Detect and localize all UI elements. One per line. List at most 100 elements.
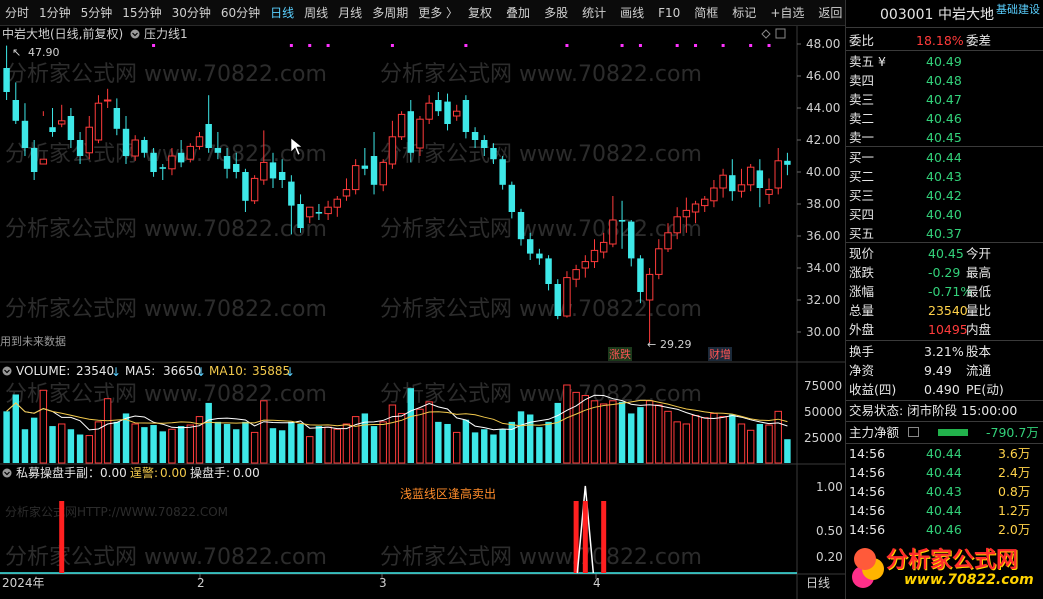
- volume-value: 23540: [76, 364, 114, 378]
- buy-level-price: 40.40: [926, 207, 962, 222]
- buy-level-row[interactable]: 买二 40.43: [846, 167, 1043, 186]
- period-tab-weekly[interactable]: 周线: [299, 0, 333, 26]
- period-tab-60min[interactable]: 60分钟: [216, 0, 265, 26]
- sell-level-row[interactable]: 卖二 40.46: [846, 109, 1043, 128]
- tool-stats-button[interactable]: 统计: [577, 0, 611, 26]
- candle-body: [361, 165, 369, 169]
- volume-bar: [150, 425, 157, 463]
- maximize-icon[interactable]: [775, 28, 786, 39]
- price-tick-label: 46.00: [806, 69, 840, 83]
- trader-label: 操盘手:: [190, 465, 230, 480]
- flow-detail-icon[interactable]: [908, 427, 919, 437]
- candle-body: [774, 160, 782, 189]
- candle-body: [250, 177, 259, 202]
- stat-label: 总量: [849, 303, 875, 318]
- candle: [508, 181, 516, 219]
- tool-draw-button[interactable]: 画线: [615, 0, 649, 26]
- stock-code: 003001: [880, 7, 934, 23]
- volume-bar: [682, 423, 691, 464]
- tick-volume: 2.4万: [998, 465, 1031, 480]
- volume-tick: 75000: [804, 379, 842, 393]
- stat-row: 总量 23540 量比: [846, 301, 1043, 320]
- tool-simple-frame-button[interactable]: 简框: [689, 0, 723, 26]
- candle-body: [150, 152, 157, 172]
- period-tab-15min[interactable]: 15分钟: [117, 0, 166, 26]
- sell-level-row[interactable]: 卖五 ¥ 40.49: [846, 52, 1043, 71]
- watermark-text: 分析家公式网 www.70822.com: [5, 62, 327, 87]
- tick-volume: 3.6万: [998, 446, 1031, 461]
- tool-mark-button[interactable]: 标记: [727, 0, 761, 26]
- volume-bar: [517, 411, 525, 463]
- candle: [628, 220, 635, 267]
- period-tab-multi[interactable]: 多周期: [367, 0, 413, 26]
- candle: [710, 180, 718, 208]
- tick-row: 14:56 40.44 1.2万: [846, 501, 1043, 520]
- buy-level-row[interactable]: 买五 40.37: [846, 224, 1043, 243]
- period-tab-daily[interactable]: 日线: [265, 0, 299, 26]
- indicator-spike: [582, 501, 588, 573]
- tool-overlay-button[interactable]: 叠加: [501, 0, 535, 26]
- candle: [205, 95, 212, 153]
- sell-level-row[interactable]: 卖三 40.47: [846, 90, 1043, 109]
- period-tab-monthly[interactable]: 月线: [333, 0, 367, 26]
- indicator-toggle-icon[interactable]: [130, 29, 140, 39]
- buy-level-label: 买三: [849, 188, 875, 203]
- diamond-icon[interactable]: [761, 29, 771, 39]
- period-tab-fenshi[interactable]: 分时: [0, 0, 34, 26]
- sell-level-label: 卖五 ¥: [849, 54, 886, 69]
- event-badge-zhangdie[interactable]: 涨跌: [609, 347, 631, 361]
- stat-label: 涨幅: [849, 284, 875, 299]
- kline-chart[interactable]: 分析家公式网 www.70822.com 分析家公式网 www.70822.co…: [0, 26, 845, 599]
- candle: [250, 175, 259, 204]
- candle-body: [288, 181, 295, 206]
- buy-level-row[interactable]: 买四 40.40: [846, 205, 1043, 224]
- candle: [499, 156, 506, 190]
- candle-body: [333, 198, 342, 208]
- event-badge-caizeng[interactable]: 财增: [709, 347, 731, 361]
- tool-multistock-button[interactable]: 多股: [539, 0, 573, 26]
- period-tab-1min[interactable]: 1分钟: [34, 0, 76, 26]
- fundamental-label-2: 股本: [966, 344, 992, 359]
- volume-bar: [388, 404, 397, 464]
- sell-level-row[interactable]: 卖四 40.48: [846, 71, 1043, 90]
- period-tab-30min[interactable]: 30分钟: [167, 0, 216, 26]
- signal-dot: [390, 44, 394, 47]
- volume-bar: [131, 423, 139, 464]
- sell-level-price: 40.45: [926, 130, 962, 145]
- candle: [351, 159, 360, 195]
- candle: [452, 104, 461, 121]
- fundamental-row: 净资 9.49 流通: [846, 361, 1043, 380]
- period-tab-more[interactable]: 更多 〉: [413, 0, 463, 26]
- signal-dot: [289, 44, 293, 47]
- price-tick-label: 34.00: [806, 261, 840, 275]
- volume-toggle-icon[interactable]: [2, 366, 12, 376]
- trader-value: 0.00: [233, 466, 260, 480]
- main-flow-row: 主力净额 -790.7万: [846, 423, 1043, 442]
- candle: [746, 164, 755, 192]
- tool-back-button[interactable]: 返回: [813, 0, 847, 26]
- tool-f10-button[interactable]: F10: [653, 0, 685, 26]
- buy-level-row[interactable]: 买一 40.44: [846, 148, 1043, 167]
- tool-adjust-button[interactable]: 复权: [463, 0, 497, 26]
- volume-bar: [729, 414, 736, 463]
- candle-body: [177, 152, 185, 163]
- tool-add-watchlist-button[interactable]: +自选: [765, 0, 809, 26]
- price-axis: 48.00 46.00 44.00 42.00 40.00 38.00 36.00 34.00…: [797, 37, 840, 339]
- period-tab-5min[interactable]: 5分钟: [76, 0, 118, 26]
- order-ratio-row: 委比 18.18% 委差: [846, 31, 1043, 50]
- ma5-label: MA5:: [125, 364, 155, 378]
- volume-bar: [177, 426, 185, 463]
- volume-bar: [324, 426, 332, 464]
- fundamental-row: 收益(四) 0.490 PE(动): [846, 380, 1043, 399]
- sell-level-row[interactable]: 卖一 40.45: [846, 128, 1043, 147]
- candle: [113, 98, 121, 136]
- fundamental-label-2: 流通: [966, 363, 992, 378]
- stock-name: 中岩大地: [938, 7, 994, 23]
- tick-row: 14:56 40.44 2.4万: [846, 463, 1043, 482]
- indicator-sub-toggle-icon[interactable]: [2, 468, 12, 478]
- buy-level-row[interactable]: 买三 40.42: [846, 186, 1043, 205]
- candle: [462, 95, 470, 139]
- sector-tag[interactable]: 基础建设: [996, 0, 1040, 19]
- volume-bar: [628, 413, 635, 463]
- high-price-arrow: ↖: [12, 46, 21, 59]
